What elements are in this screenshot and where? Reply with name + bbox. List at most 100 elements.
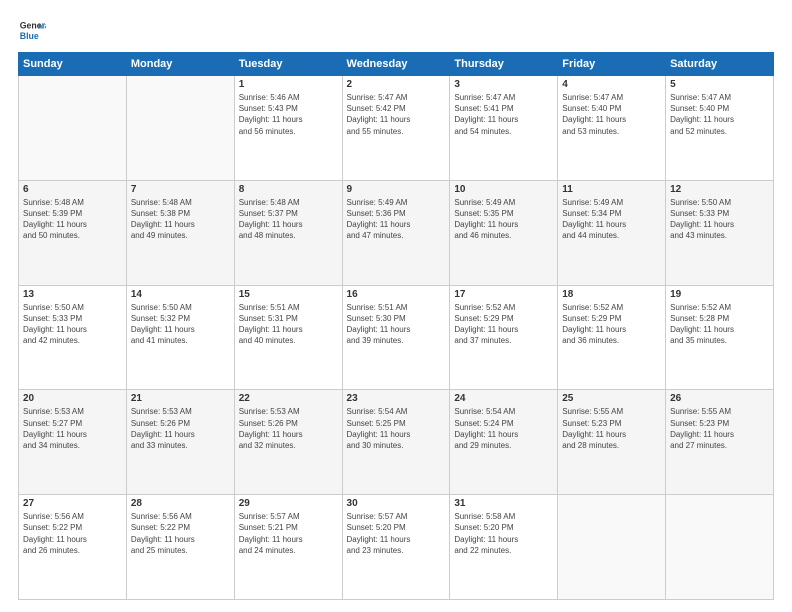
- day-detail: Sunrise: 5:48 AMSunset: 5:37 PMDaylight:…: [239, 197, 338, 242]
- day-number: 26: [670, 393, 769, 404]
- calendar-cell: 19 Sunrise: 5:52 AMSunset: 5:28 PMDayligh…: [666, 285, 774, 390]
- calendar-page: General Blue SundayMondayTuesdayWednesda…: [0, 0, 792, 612]
- day-number: 1: [239, 79, 338, 90]
- day-detail: Sunrise: 5:58 AMSunset: 5:20 PMDaylight:…: [454, 511, 553, 556]
- day-detail: Sunrise: 5:57 AMSunset: 5:21 PMDaylight:…: [239, 511, 338, 556]
- day-number: 16: [347, 289, 446, 300]
- calendar-cell: 5 Sunrise: 5:47 AMSunset: 5:40 PMDaylight…: [666, 76, 774, 181]
- col-header-thursday: Thursday: [450, 53, 558, 76]
- header-row: SundayMondayTuesdayWednesdayThursdayFrid…: [19, 53, 774, 76]
- calendar-cell: 12Sunrise: 5:50 AMSunset: 5:33 PMDayligh…: [666, 180, 774, 285]
- day-number: 20: [23, 393, 122, 404]
- day-detail: Sunrise: 5:48 AMSunset: 5:39 PMDaylight:…: [23, 197, 122, 242]
- calendar-cell: 15 Sunrise: 5:51 AMSunset: 5:31 PMDayligh…: [234, 285, 342, 390]
- day-detail: Sunrise: 5:52 AMSunset: 5:29 PMDaylight:…: [454, 302, 553, 347]
- day-detail: Sunrise: 5:52 AMSunset: 5:29 PMDaylight:…: [562, 302, 661, 347]
- day-detail: Sunrise: 5:47 AMSunset: 5:40 PMDaylight:…: [670, 92, 769, 137]
- calendar-cell: [126, 76, 234, 181]
- day-detail: Sunrise: 5:50 AMSunset: 5:33 PMDaylight:…: [23, 302, 122, 347]
- day-number: 15: [239, 289, 338, 300]
- calendar-cell: 7 Sunrise: 5:48 AMSunset: 5:38 PMDaylight…: [126, 180, 234, 285]
- day-number: 9: [347, 184, 446, 195]
- day-number: 23: [347, 393, 446, 404]
- day-detail: Sunrise: 5:49 AMSunset: 5:35 PMDaylight:…: [454, 197, 553, 242]
- col-header-monday: Monday: [126, 53, 234, 76]
- calendar-cell: 17 Sunrise: 5:52 AMSunset: 5:29 PMDayligh…: [450, 285, 558, 390]
- header: General Blue: [18, 16, 774, 44]
- calendar-cell: 10 Sunrise: 5:49 AMSunset: 5:35 PMDayligh…: [450, 180, 558, 285]
- calendar-table: SundayMondayTuesdayWednesdayThursdayFrid…: [18, 52, 774, 600]
- day-detail: Sunrise: 5:55 AMSunset: 5:23 PMDaylight:…: [670, 406, 769, 451]
- svg-text:Blue: Blue: [20, 31, 39, 41]
- calendar-cell: 18 Sunrise: 5:52 AMSunset: 5:29 PMDayligh…: [558, 285, 666, 390]
- day-number: 19: [670, 289, 769, 300]
- day-number: 17: [454, 289, 553, 300]
- calendar-cell: 6 Sunrise: 5:48 AMSunset: 5:39 PMDaylight…: [19, 180, 127, 285]
- day-number: 2: [347, 79, 446, 90]
- week-row-3: 13 Sunrise: 5:50 AMSunset: 5:33 PMDayligh…: [19, 285, 774, 390]
- day-number: 18: [562, 289, 661, 300]
- calendar-cell: 25 Sunrise: 5:55 AMSunset: 5:23 PMDayligh…: [558, 390, 666, 495]
- calendar-cell: 8 Sunrise: 5:48 AMSunset: 5:37 PMDaylight…: [234, 180, 342, 285]
- day-number: 24: [454, 393, 553, 404]
- day-number: 25: [562, 393, 661, 404]
- day-number: 13: [23, 289, 122, 300]
- week-row-2: 6 Sunrise: 5:48 AMSunset: 5:39 PMDaylight…: [19, 180, 774, 285]
- day-number: 8: [239, 184, 338, 195]
- calendar-cell: 4Sunrise: 5:47 AMSunset: 5:40 PMDaylight…: [558, 76, 666, 181]
- day-number: 5: [670, 79, 769, 90]
- calendar-cell: [558, 495, 666, 600]
- day-number: 7: [131, 184, 230, 195]
- calendar-cell: 29 Sunrise: 5:57 AMSunset: 5:21 PMDayligh…: [234, 495, 342, 600]
- day-detail: Sunrise: 5:53 AMSunset: 5:26 PMDaylight:…: [239, 406, 338, 451]
- calendar-cell: 28 Sunrise: 5:56 AMSunset: 5:22 PMDayligh…: [126, 495, 234, 600]
- day-number: 14: [131, 289, 230, 300]
- calendar-cell: 14 Sunrise: 5:50 AMSunset: 5:32 PMDayligh…: [126, 285, 234, 390]
- calendar-cell: 1 Sunrise: 5:46 AMSunset: 5:43 PMDaylight…: [234, 76, 342, 181]
- day-detail: Sunrise: 5:47 AMSunset: 5:40 PMDaylight:…: [562, 92, 661, 137]
- calendar-cell: 23 Sunrise: 5:54 AMSunset: 5:25 PMDayligh…: [342, 390, 450, 495]
- calendar-cell: 13 Sunrise: 5:50 AMSunset: 5:33 PMDayligh…: [19, 285, 127, 390]
- col-header-tuesday: Tuesday: [234, 53, 342, 76]
- calendar-cell: 3 Sunrise: 5:47 AMSunset: 5:41 PMDaylight…: [450, 76, 558, 181]
- logo: General Blue: [18, 16, 50, 44]
- calendar-cell: 22 Sunrise: 5:53 AMSunset: 5:26 PMDayligh…: [234, 390, 342, 495]
- day-number: 27: [23, 498, 122, 509]
- day-number: 22: [239, 393, 338, 404]
- day-detail: Sunrise: 5:53 AMSunset: 5:26 PMDaylight:…: [131, 406, 230, 451]
- day-detail: Sunrise: 5:47 AMSunset: 5:41 PMDaylight:…: [454, 92, 553, 137]
- calendar-cell: [666, 495, 774, 600]
- calendar-cell: 9 Sunrise: 5:49 AMSunset: 5:36 PMDaylight…: [342, 180, 450, 285]
- calendar-cell: 20 Sunrise: 5:53 AMSunset: 5:27 PMDayligh…: [19, 390, 127, 495]
- day-number: 31: [454, 498, 553, 509]
- day-number: 28: [131, 498, 230, 509]
- day-detail: Sunrise: 5:50 AMSunset: 5:33 PMDaylight:…: [670, 197, 769, 242]
- week-row-5: 27 Sunrise: 5:56 AMSunset: 5:22 PMDayligh…: [19, 495, 774, 600]
- day-detail: Sunrise: 5:57 AMSunset: 5:20 PMDaylight:…: [347, 511, 446, 556]
- day-detail: Sunrise: 5:51 AMSunset: 5:31 PMDaylight:…: [239, 302, 338, 347]
- day-detail: Sunrise: 5:53 AMSunset: 5:27 PMDaylight:…: [23, 406, 122, 451]
- day-number: 3: [454, 79, 553, 90]
- day-number: 11: [562, 184, 661, 195]
- day-detail: Sunrise: 5:51 AMSunset: 5:30 PMDaylight:…: [347, 302, 446, 347]
- day-detail: Sunrise: 5:55 AMSunset: 5:23 PMDaylight:…: [562, 406, 661, 451]
- calendar-cell: 27Sunrise: 5:56 AMSunset: 5:22 PMDayligh…: [19, 495, 127, 600]
- day-detail: Sunrise: 5:48 AMSunset: 5:38 PMDaylight:…: [131, 197, 230, 242]
- day-detail: Sunrise: 5:50 AMSunset: 5:32 PMDaylight:…: [131, 302, 230, 347]
- day-detail: Sunrise: 5:54 AMSunset: 5:25 PMDaylight:…: [347, 406, 446, 451]
- day-detail: Sunrise: 5:49 AMSunset: 5:36 PMDaylight:…: [347, 197, 446, 242]
- logo-icon: General Blue: [18, 16, 46, 44]
- day-number: 10: [454, 184, 553, 195]
- col-header-saturday: Saturday: [666, 53, 774, 76]
- calendar-cell: 16 Sunrise: 5:51 AMSunset: 5:30 PMDayligh…: [342, 285, 450, 390]
- day-number: 29: [239, 498, 338, 509]
- day-detail: Sunrise: 5:46 AMSunset: 5:43 PMDaylight:…: [239, 92, 338, 137]
- col-header-wednesday: Wednesday: [342, 53, 450, 76]
- day-detail: Sunrise: 5:56 AMSunset: 5:22 PMDaylight:…: [131, 511, 230, 556]
- calendar-cell: [19, 76, 127, 181]
- calendar-cell: 30Sunrise: 5:57 AMSunset: 5:20 PMDayligh…: [342, 495, 450, 600]
- day-detail: Sunrise: 5:52 AMSunset: 5:28 PMDaylight:…: [670, 302, 769, 347]
- day-number: 6: [23, 184, 122, 195]
- day-detail: Sunrise: 5:47 AMSunset: 5:42 PMDaylight:…: [347, 92, 446, 137]
- week-row-1: 1 Sunrise: 5:46 AMSunset: 5:43 PMDaylight…: [19, 76, 774, 181]
